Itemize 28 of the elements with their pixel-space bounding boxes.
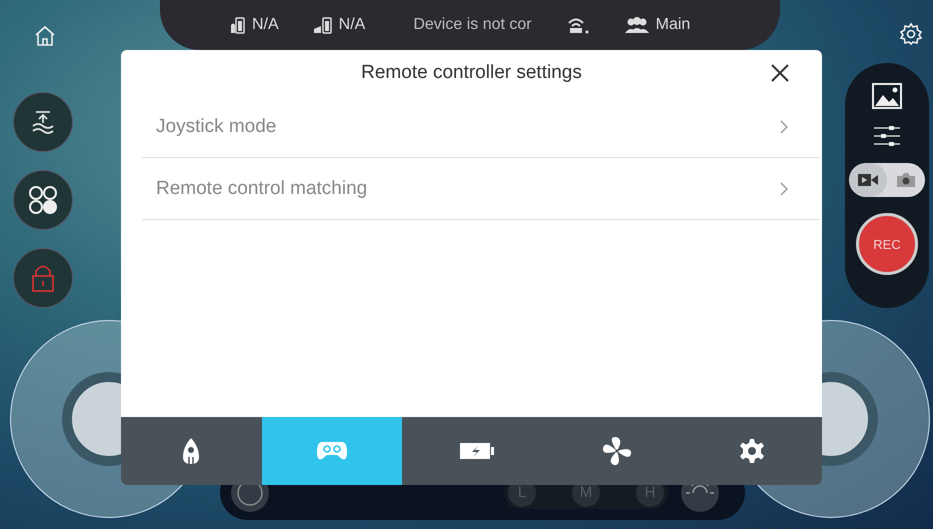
fan-icon — [602, 436, 632, 466]
circles-icon — [27, 184, 59, 216]
sliders-icon[interactable] — [873, 125, 901, 147]
settings-row[interactable]: Remote control matching — [142, 158, 820, 220]
video-mode-button[interactable] — [849, 163, 887, 197]
gallery-icon[interactable] — [872, 83, 902, 109]
battery-icon — [458, 442, 495, 460]
chevron-icon — [780, 182, 788, 196]
settings-row[interactable]: Joystick mode — [142, 96, 820, 158]
home-icon[interactable] — [33, 24, 57, 48]
battery-icon — [230, 16, 246, 34]
camera-icon — [896, 172, 916, 188]
drone-icon — [181, 437, 202, 465]
battery-status: N/A — [252, 16, 279, 34]
role-label: Main — [656, 16, 690, 34]
gamepad-icon — [316, 440, 348, 462]
lock-icon — [30, 263, 56, 293]
settings-icon[interactable] — [899, 22, 923, 46]
group-icon — [624, 16, 650, 34]
dialog-title: Remote controller settings — [361, 62, 582, 84]
gear-icon — [738, 438, 765, 464]
connection-status: Device is not cor — [413, 16, 532, 34]
close-icon[interactable] — [770, 63, 790, 83]
record-button[interactable]: REC — [856, 213, 918, 275]
battery-status: N/A — [338, 16, 366, 34]
video-camera-icon — [858, 173, 878, 187]
chevron-icon — [780, 120, 788, 134]
battery-icon — [312, 16, 333, 34]
